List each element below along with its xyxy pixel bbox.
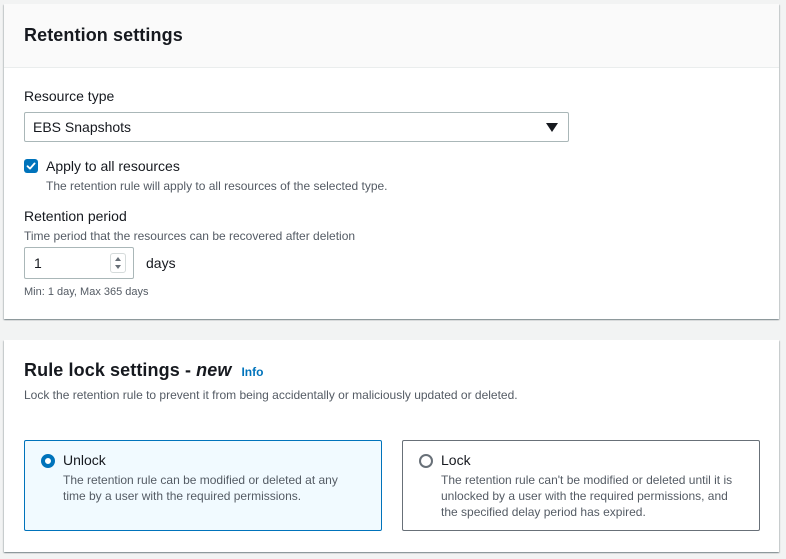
new-badge: new: [196, 360, 232, 380]
rule-lock-settings-panel: Rule lock settings - new Info Lock the r…: [4, 340, 779, 552]
rule-lock-heading: Rule lock settings - new Info: [24, 360, 263, 381]
lock-description: The retention rule can't be modified or …: [441, 473, 733, 519]
retention-settings-panel: Retention settings Resource type EBS Sna…: [4, 4, 779, 319]
rule-lock-description: Lock the retention rule to prevent it fr…: [24, 388, 518, 402]
caret-down-icon: [546, 123, 558, 132]
resource-type-label: Resource type: [24, 88, 115, 104]
apply-all-checkbox[interactable]: [24, 159, 38, 173]
apply-all-label[interactable]: Apply to all resources: [46, 158, 180, 174]
retention-period-unit: days: [146, 255, 176, 271]
retention-settings-header: Retention settings: [4, 4, 779, 68]
unlock-label: Unlock: [63, 452, 106, 468]
info-link[interactable]: Info: [241, 365, 263, 379]
unlock-radio[interactable]: [41, 454, 55, 468]
rule-lock-title: Rule lock settings -: [24, 360, 197, 380]
lock-radio[interactable]: [419, 454, 433, 468]
resource-type-value: EBS Snapshots: [33, 119, 132, 135]
retention-period-value: 1: [34, 255, 42, 271]
checkmark-icon: [26, 162, 36, 170]
spin-buttons[interactable]: [110, 253, 126, 273]
spin-down-icon[interactable]: [115, 264, 121, 269]
unlock-description: The retention rule can be modified or de…: [63, 473, 338, 503]
unlock-option-tile[interactable]: Unlock The retention rule can be modifie…: [24, 440, 382, 531]
resource-type-select[interactable]: EBS Snapshots: [24, 112, 569, 142]
retention-period-description: Time period that the resources can be re…: [24, 229, 356, 243]
retention-period-constraint: Min: 1 day, Max 365 days: [24, 286, 149, 298]
retention-period-label: Retention period: [24, 208, 127, 224]
spin-up-icon[interactable]: [115, 257, 121, 262]
lock-label: Lock: [441, 452, 471, 468]
retention-period-input[interactable]: 1: [24, 247, 134, 279]
lock-option-tile[interactable]: Lock The retention rule can't be modifie…: [402, 440, 760, 531]
retention-settings-title: Retention settings: [24, 25, 183, 45]
apply-all-description: The retention rule will apply to all res…: [46, 179, 388, 193]
